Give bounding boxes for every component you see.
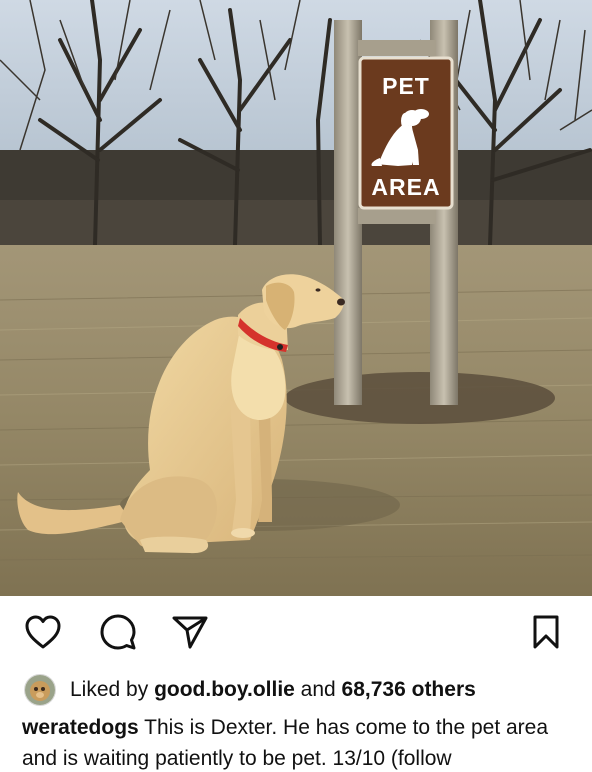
post-photo[interactable]: PET AREA <box>0 0 592 596</box>
sign-text-pet: PET <box>382 73 430 99</box>
instagram-post: PET AREA Liked by good.boy.ollie and 68,… <box>0 0 592 772</box>
speech-bubble-icon[interactable] <box>98 612 138 652</box>
likes-middle: and <box>294 678 342 701</box>
bookmark-outline-icon[interactable] <box>526 612 566 652</box>
liker-avatar[interactable] <box>24 674 56 706</box>
post-actions-bar <box>0 596 592 668</box>
heart-outline-icon[interactable] <box>23 612 63 652</box>
likes-summary: Liked by good.boy.ollie and 68,736 other… <box>24 674 584 706</box>
paper-plane-icon[interactable] <box>170 612 210 652</box>
liker-username-link[interactable]: good.boy.ollie <box>154 678 295 702</box>
likes-count-link[interactable]: 68,736 others <box>342 678 476 702</box>
caption-username-link[interactable]: weratedogs <box>22 716 139 739</box>
likes-prefix: Liked by <box>70 678 155 701</box>
post-caption: weratedogs This is Dexter. He has come t… <box>22 712 578 772</box>
sign-text-area: AREA <box>371 174 441 200</box>
